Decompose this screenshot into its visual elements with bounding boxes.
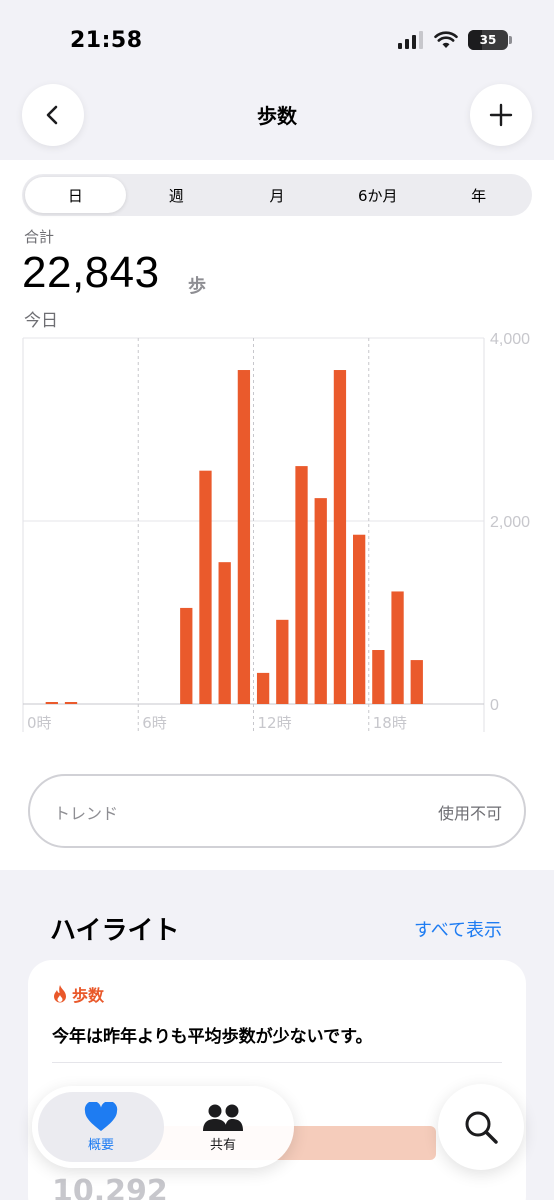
- segment-year[interactable]: 年: [428, 177, 529, 213]
- tab-summary-label: 概要: [87, 1137, 114, 1153]
- trend-card[interactable]: トレンド 使用不可: [28, 774, 526, 848]
- status-time: 21:58: [70, 28, 143, 53]
- chart-x-tick-label: 18時: [373, 714, 407, 732]
- chart-bar: [256, 672, 270, 704]
- total-steps-value: 22,843: [22, 248, 160, 297]
- chart-bar: [391, 591, 404, 704]
- tab-sharing[interactable]: 共有: [160, 1092, 286, 1162]
- trend-status: 使用不可: [437, 804, 502, 823]
- status-bar: 21:58 35: [0, 0, 554, 80]
- total-steps-unit: 歩: [188, 276, 206, 297]
- chart-bar: [314, 498, 327, 704]
- segment-week[interactable]: 週: [126, 177, 227, 213]
- steps-card: 日 週 月 6か月 年 合計 22,843 歩 今日 4,000 2,000 0 0…: [0, 160, 554, 870]
- plus-icon: [489, 103, 513, 127]
- steps-bar-chart[interactable]: 4,000 2,000 0 0時 6時 12時 18時: [0, 330, 554, 740]
- segment-month[interactable]: 月: [227, 177, 328, 213]
- period-segmented-control: 日 週 月 6か月 年: [22, 174, 532, 216]
- flame-icon: [54, 985, 66, 1003]
- battery-level: 35: [479, 33, 497, 47]
- chart-y-tick-label: 0: [490, 697, 499, 714]
- people-icon: [203, 1104, 243, 1131]
- chart-bars: [45, 370, 423, 704]
- chart-bar: [333, 370, 347, 704]
- chart-bar: [276, 619, 289, 704]
- cellular-signal-icon: [398, 31, 423, 49]
- search-icon: [465, 1111, 498, 1144]
- chart-bar: [180, 607, 193, 704]
- add-data-button[interactable]: [470, 84, 532, 146]
- tab-summary[interactable]: 概要: [38, 1092, 164, 1162]
- trend-label: トレンド: [54, 804, 119, 823]
- chart-x-tick-label: 0時: [27, 714, 52, 732]
- chart-bar: [410, 660, 423, 704]
- chart-bar: [295, 466, 308, 704]
- chart-bar: [199, 470, 212, 704]
- highlight-text: 今年は昨年よりも平均歩数が少ないです。: [52, 1027, 373, 1047]
- chart-y-axis: 4,000 2,000 0: [490, 331, 530, 714]
- segment-6-months[interactable]: 6か月: [327, 177, 428, 213]
- total-label: 合計: [24, 228, 55, 246]
- chart-x-tick-label: 12時: [258, 714, 292, 732]
- chart-bar: [237, 370, 251, 704]
- highlight-category-label: 歩数: [72, 986, 105, 1005]
- chart-bar: [45, 702, 58, 704]
- chart-y-tick-label: 2,000: [490, 514, 530, 531]
- heart-icon: [84, 1101, 118, 1131]
- chart-x-axis: 0時 6時 12時 18時: [27, 714, 407, 732]
- wifi-icon: [434, 31, 458, 48]
- highlights-heading: ハイライト: [50, 916, 180, 946]
- chart-x-tick-label: 6時: [142, 714, 167, 732]
- chart-bar: [218, 562, 231, 704]
- chart-y-tick-label: 4,000: [490, 331, 530, 348]
- navigation-bar: 歩数: [0, 80, 554, 160]
- highlight-divider: [52, 1062, 502, 1063]
- date-label: 今日: [24, 311, 58, 331]
- highlight-partial-value: 10,292: [52, 1174, 168, 1200]
- highlight-category: 歩数: [52, 982, 104, 1006]
- search-button[interactable]: [438, 1084, 524, 1170]
- chart-bar: [64, 702, 78, 704]
- segment-day[interactable]: 日: [25, 177, 126, 213]
- status-icons: 35: [398, 30, 512, 50]
- battery-indicator: 35: [468, 30, 512, 50]
- chart-bar: [372, 650, 385, 704]
- tab-sharing-label: 共有: [209, 1137, 236, 1153]
- tab-bar: 概要 共有: [32, 1086, 294, 1168]
- chart-bar: [352, 534, 366, 704]
- show-all-link[interactable]: すべて表示: [414, 916, 502, 942]
